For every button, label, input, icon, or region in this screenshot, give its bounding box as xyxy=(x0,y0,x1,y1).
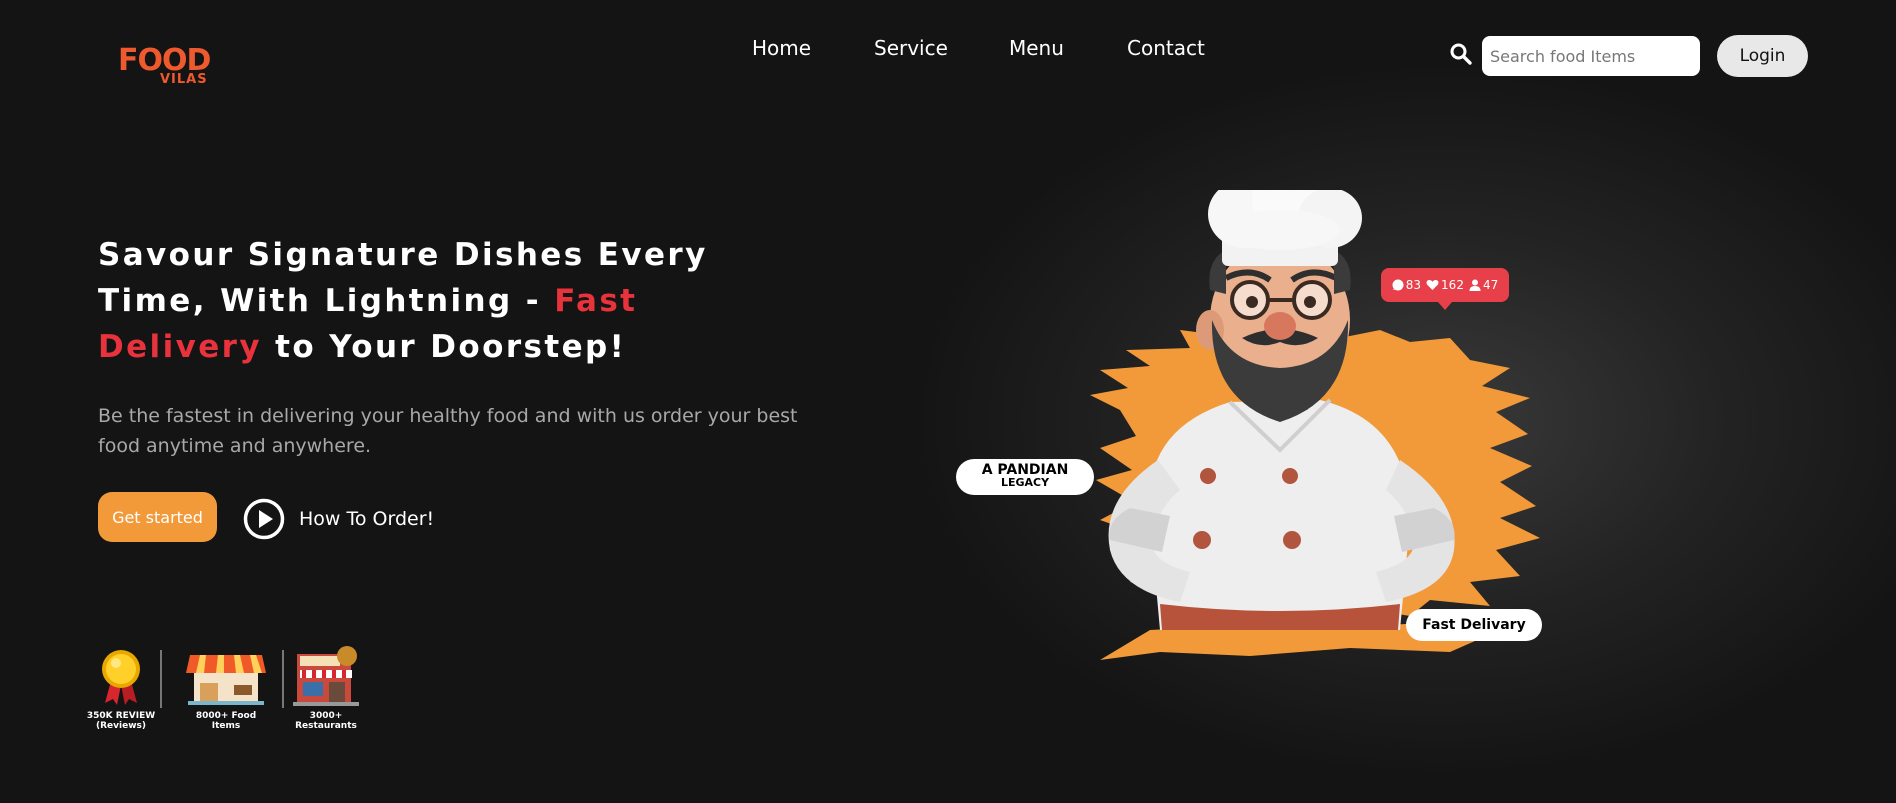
follower-count: 47 xyxy=(1482,278,1499,292)
user-icon xyxy=(1469,279,1481,291)
search-icon[interactable] xyxy=(1449,42,1473,66)
stat-food-items-label: 8000+ Food Items xyxy=(195,711,257,731)
comment-stat: 83 xyxy=(1392,278,1421,292)
login-button[interactable]: Login xyxy=(1717,35,1808,77)
social-stats-badge: 83 162 47 xyxy=(1381,268,1509,310)
pandian-legacy-tag: A PANDIAN LEGACY xyxy=(956,459,1094,495)
heart-icon xyxy=(1426,279,1439,290)
stat-restaurants-label: 3000+ Restaurants xyxy=(295,711,357,731)
stat-divider xyxy=(160,650,162,708)
like-stat: 162 xyxy=(1426,278,1464,292)
how-to-order-link[interactable]: How To Order! xyxy=(243,498,434,540)
comment-count: 83 xyxy=(1405,278,1422,292)
hero-headline: Savour Signature Dishes Every Time, With… xyxy=(98,232,798,370)
get-started-button[interactable]: Get started xyxy=(98,492,217,542)
how-to-order-label: How To Order! xyxy=(299,508,435,530)
follower-stat: 47 xyxy=(1469,278,1498,292)
restaurant-building-icon xyxy=(293,646,359,706)
stat-divider xyxy=(282,650,284,708)
comment-icon xyxy=(1392,279,1404,291)
headline-text-2: to Your Doorstep! xyxy=(261,329,627,365)
brand-logo[interactable]: FOOD VILAS xyxy=(118,46,228,90)
search-input[interactable] xyxy=(1482,36,1700,76)
legacy-tag-line2: LEGACY xyxy=(1000,476,1050,489)
nav-home[interactable]: Home xyxy=(752,36,811,60)
chef-illustration xyxy=(1090,190,1540,660)
logo-word-vilas: VILAS xyxy=(160,72,208,87)
landing-page: FOOD VILAS Home Service Menu Contact Log… xyxy=(0,0,1896,803)
hero-subtext: Be the fastest in delivering your health… xyxy=(98,405,798,457)
legacy-tag-line1: A PANDIAN xyxy=(981,462,1069,478)
stat-food-items: 8000+ Food Items xyxy=(182,647,270,731)
stat-reviews: 350K REVIEW (Reviews) xyxy=(84,647,158,731)
nav-service[interactable]: Service xyxy=(874,36,948,60)
play-circle-icon xyxy=(243,498,285,540)
nav-menu[interactable]: Menu xyxy=(1009,36,1064,60)
fast-delivery-tag: Fast Delivary xyxy=(1406,609,1542,641)
award-medal-icon xyxy=(102,650,140,705)
stat-reviews-label: 350K REVIEW (Reviews) xyxy=(86,711,156,731)
nav-contact[interactable]: Contact xyxy=(1127,36,1205,60)
like-count: 162 xyxy=(1441,278,1464,292)
stat-restaurants: 3000+ Restaurants xyxy=(290,644,362,731)
food-shop-icon xyxy=(186,655,266,705)
